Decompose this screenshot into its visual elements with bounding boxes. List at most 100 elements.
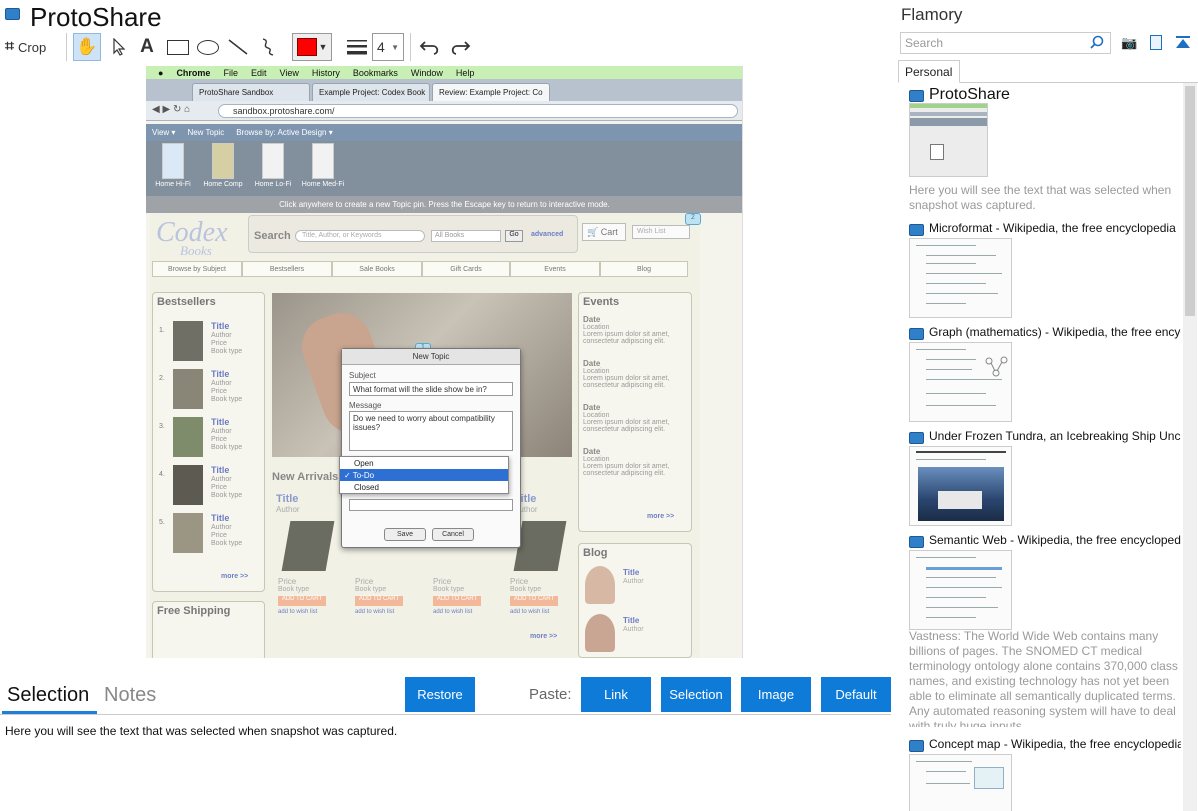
dialog-title: New Topic: [342, 349, 520, 365]
mac-menubar: ● Chrome File Edit View History Bookmark…: [146, 66, 742, 79]
menu-history: History: [311, 67, 340, 78]
camera-icon[interactable]: 📷: [1121, 35, 1137, 51]
snapshot-image[interactable]: ● Chrome File Edit View History Bookmark…: [146, 66, 743, 658]
snapshot-item[interactable]: ProtoShare Here you will see the text th…: [909, 86, 1181, 217]
page-thumb: Home Med-Fi: [300, 143, 346, 195]
codex-category-select: All Books: [431, 230, 501, 242]
line-tool-button[interactable]: [224, 33, 252, 61]
bestsellers-more-link: more >>: [221, 573, 249, 580]
codex-nav: Browse by Subject Bestsellers Sale Books…: [150, 261, 688, 279]
snapshot-thumbnail: [909, 238, 1012, 318]
divider: [960, 82, 1198, 83]
codex-search-input: Title, Author, or Keywords: [295, 230, 425, 242]
search-icon[interactable]: [1090, 35, 1104, 49]
new-topic-dialog: New Topic Subject What format will the s…: [341, 348, 521, 548]
tab-personal[interactable]: Personal: [898, 60, 960, 83]
selection-text: Here you will see the text that was sele…: [5, 724, 398, 738]
tab-selection[interactable]: Selection: [7, 684, 89, 707]
page-thumb: Home Hi-Fi: [150, 143, 196, 195]
snapshot-thumbnail: [909, 446, 1012, 526]
text-tool-button[interactable]: A: [133, 33, 161, 61]
stroke-width-select[interactable]: 4 ▼: [372, 33, 404, 61]
flamory-search-input[interactable]: Search: [900, 32, 1111, 54]
rectangle-icon: [167, 39, 189, 55]
codex-search-label: Search: [254, 230, 291, 242]
snapshot-name: Semantic Web - Wikipedia, the free encyc…: [929, 533, 1181, 547]
redo-button[interactable]: [446, 33, 474, 61]
restore-button[interactable]: Restore: [405, 677, 475, 712]
bestseller-row: 4. Title Author Price Book type: [157, 465, 263, 509]
stroke-color-picker[interactable]: ▼: [292, 33, 332, 61]
codex-logo-sub: Books: [180, 243, 212, 258]
snapshot-icon: [909, 740, 924, 752]
bestseller-row: 1. Title Author Price Book type: [157, 321, 263, 365]
stroke-width-icon: [343, 33, 371, 61]
codex-wish-list: Wish List: [632, 225, 690, 239]
blog-post-title: Title: [623, 568, 640, 577]
paste-default-button[interactable]: Default: [821, 677, 891, 712]
snapshot-thumbnail: [909, 103, 988, 177]
paste-image-button[interactable]: Image: [741, 677, 811, 712]
new-arrival-title: Title: [276, 493, 299, 505]
freehand-tool-button[interactable]: [254, 33, 282, 61]
chevron-down-icon: ▼: [318, 42, 328, 52]
document-icon[interactable]: [1150, 35, 1162, 50]
events-heading: Events: [583, 296, 620, 308]
snapshot-name: ProtoShare: [929, 86, 1010, 103]
snapshot-item[interactable]: Graph (mathematics) - Wikipedia, the fre…: [909, 325, 1181, 423]
codex-nav-item: Blog: [600, 261, 688, 277]
ship-photo: [918, 467, 1004, 521]
hand-tool-button[interactable]: ✋: [73, 33, 101, 61]
pointer-tool-button[interactable]: [105, 33, 133, 61]
snapshot-item[interactable]: Concept map - Wikipedia, the free encycl…: [909, 737, 1181, 811]
snapshot-name: Microformat - Wikipedia, the free encycl…: [929, 221, 1176, 235]
events-more-link: more >>: [647, 513, 675, 520]
paste-selection-button[interactable]: Selection: [661, 677, 731, 712]
assignee-select: [349, 499, 513, 511]
collapse-icon[interactable]: [1175, 35, 1191, 50]
page-thumbnails: Home Hi-Fi Home Comp Home Lo-Fi Home Med…: [146, 141, 742, 196]
app-icon: [5, 8, 20, 20]
ellipse-tool-button[interactable]: [194, 33, 222, 61]
blog-post-title: Title: [623, 616, 640, 625]
freehand-icon: [262, 38, 274, 56]
scrollbar-thumb[interactable]: [1185, 86, 1195, 316]
flamory-title: Flamory: [901, 5, 963, 24]
page-thumb: Home Lo-Fi: [250, 143, 296, 195]
chevron-down-icon: ▼: [391, 42, 399, 52]
snapshot-item[interactable]: Under Frozen Tundra, an Icebreaking Ship…: [909, 429, 1181, 527]
divider: [0, 714, 891, 715]
undo-button[interactable]: [416, 33, 444, 61]
codex-cart: 🛒 Cart: [582, 223, 626, 241]
codex-search-box: Search Title, Author, or Keywords All Bo…: [248, 215, 578, 253]
rectangle-tool-button[interactable]: [164, 33, 192, 61]
status-option: Closed: [354, 483, 379, 492]
ellipse-icon: [197, 39, 219, 55]
crop-label: Crop: [18, 39, 47, 55]
protoshare-bar: View ▾ New Topic Browse by: Active Desig…: [146, 124, 742, 141]
paste-label: Paste:: [529, 686, 572, 703]
snapshot-description: Vastness: The World Wide Web contains ma…: [909, 629, 1178, 727]
snapshot-thumbnail: [909, 550, 1012, 630]
tab-notes[interactable]: Notes: [104, 684, 156, 707]
subject-field: What format will the slide show be in?: [349, 382, 513, 396]
dialog-save-button: Save: [384, 528, 426, 541]
snapshot-item[interactable]: Semantic Web - Wikipedia, the free encyc…: [909, 533, 1181, 733]
new-arrival-item: Price Book type ADD TO CART add to wish lis…: [278, 521, 338, 631]
stroke-color-swatch: [296, 38, 317, 56]
browser-tab: Example Project: Codex Book: [312, 83, 430, 101]
codex-blog: Blog Title Author Title Author: [578, 543, 692, 658]
ps-browse-by: Browse by: Active Design ▾: [236, 128, 333, 137]
new-arrivals-heading: New Arrivals: [272, 471, 339, 483]
ps-view-menu: View ▾: [152, 128, 176, 137]
paste-link-button[interactable]: Link: [581, 677, 651, 712]
browser-tab: ProtoShare Sandbox: [192, 83, 310, 101]
crop-button[interactable]: ⌗ Crop: [5, 33, 59, 61]
event-item: Date Location Lorem ipsum dolor sit amet, …: [583, 359, 670, 389]
blog-post-author: Author: [623, 626, 644, 633]
snapshot-icon: [909, 224, 924, 236]
snapshot-thumbnail: [909, 342, 1012, 422]
snapshot-item[interactable]: Microformat - Wikipedia, the free encycl…: [909, 221, 1181, 319]
subject-label: Subject: [349, 371, 376, 380]
status-option: Open: [354, 459, 374, 468]
